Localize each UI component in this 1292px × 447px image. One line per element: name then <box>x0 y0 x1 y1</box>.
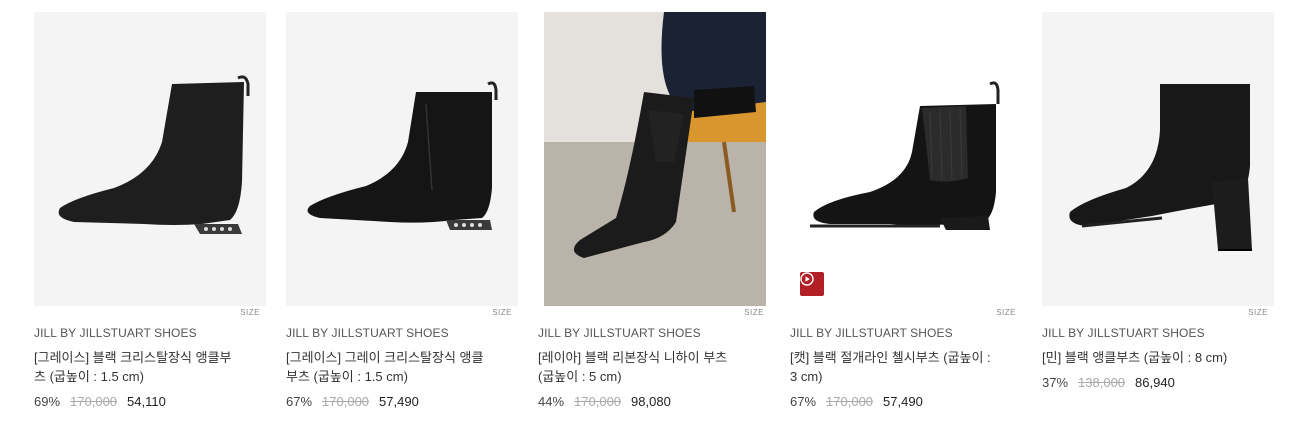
black-leather-ankle-boot-image <box>307 81 498 230</box>
price-row: 67% 170,000 57,490 <box>286 394 518 409</box>
sale-price: 98,080 <box>631 394 671 409</box>
black-suede-ankle-boot-image <box>58 75 250 234</box>
price-row: 67% 170,000 57,490 <box>790 394 1022 409</box>
product-brand: JILL BY JILLSTUART SHOES <box>790 326 953 340</box>
sale-price: 57,490 <box>883 394 923 409</box>
discount-rate: 69% <box>34 394 61 409</box>
product-name[interactable]: [민] 블랙 앵클부츠 (굽높이 : 8 cm) <box>1042 348 1247 367</box>
sale-price: 86,940 <box>1135 375 1175 390</box>
sale-price: 57,490 <box>379 394 419 409</box>
original-price: 170,000 <box>826 394 874 409</box>
size-label: SIZE <box>1248 308 1268 317</box>
original-price: 170,000 <box>70 394 118 409</box>
product-brand: JILL BY JILLSTUART SHOES <box>286 326 449 340</box>
product-card[interactable]: SIZE JILL BY JILLSTUART SHOES [민] 블랙 앵클부… <box>1042 12 1274 409</box>
discount-rate: 67% <box>790 394 817 409</box>
size-label: SIZE <box>744 308 764 317</box>
product-card[interactable]: SIZE JILL BY JILLSTUART SHOES [캣] 블랙 절개라… <box>790 12 1022 409</box>
product-name[interactable]: [캣] 블랙 절개라인 첼시부츠 (굽높이 : 3 cm) <box>790 348 995 386</box>
price-row: 37% 138,000 86,940 <box>1042 375 1274 390</box>
product-brand: JILL BY JILLSTUART SHOES <box>538 326 701 340</box>
product-image[interactable] <box>34 12 266 306</box>
product-card[interactable]: SIZE JILL BY JILLSTUART SHOES [그레이스] 블랙 … <box>34 12 266 409</box>
product-name[interactable]: [그레이스] 블랙 크리스탈장식 앵클부츠 (굽높이 : 1.5 cm) <box>34 348 239 386</box>
product-image[interactable] <box>286 12 518 306</box>
discount-rate: 67% <box>286 394 313 409</box>
discount-rate: 44% <box>538 394 565 409</box>
product-brand: JILL BY JILLSTUART SHOES <box>34 326 197 340</box>
product-image[interactable] <box>544 12 766 306</box>
model-wearing-knee-high-boots-photo <box>544 12 766 306</box>
price-row: 44% 170,000 98,080 <box>538 394 770 409</box>
product-image[interactable] <box>790 12 1022 306</box>
size-label: SIZE <box>240 308 260 317</box>
size-label: SIZE <box>492 308 512 317</box>
product-grid: SIZE JILL BY JILLSTUART SHOES [그레이스] 블랙 … <box>34 12 1274 409</box>
original-price: 170,000 <box>322 394 370 409</box>
product-name[interactable]: [레이아] 블랙 리본장식 니하이 부츠 (굽높이 : 5 cm) <box>538 348 743 386</box>
black-block-heel-ankle-boot-image <box>1069 84 1252 251</box>
discount-rate: 37% <box>1042 375 1069 390</box>
play-icon <box>800 272 814 286</box>
product-card[interactable]: SIZE JILL BY JILLSTUART SHOES [그레이스] 그레이… <box>286 12 518 409</box>
sale-price: 54,110 <box>127 394 166 409</box>
price-row: 69% 170,000 54,110 <box>34 394 266 409</box>
original-price: 170,000 <box>574 394 622 409</box>
product-name[interactable]: [그레이스] 그레이 크리스탈장식 앵클부츠 (굽높이 : 1.5 cm) <box>286 348 491 386</box>
product-brand: JILL BY JILLSTUART SHOES <box>1042 326 1205 340</box>
video-play-button[interactable] <box>800 272 824 296</box>
black-chelsea-boot-image <box>810 81 1000 230</box>
original-price: 138,000 <box>1078 375 1126 390</box>
product-card[interactable]: SIZE JILL BY JILLSTUART SHOES [레이아] 블랙 리… <box>538 12 770 409</box>
size-label: SIZE <box>996 308 1016 317</box>
product-image[interactable] <box>1042 12 1274 306</box>
